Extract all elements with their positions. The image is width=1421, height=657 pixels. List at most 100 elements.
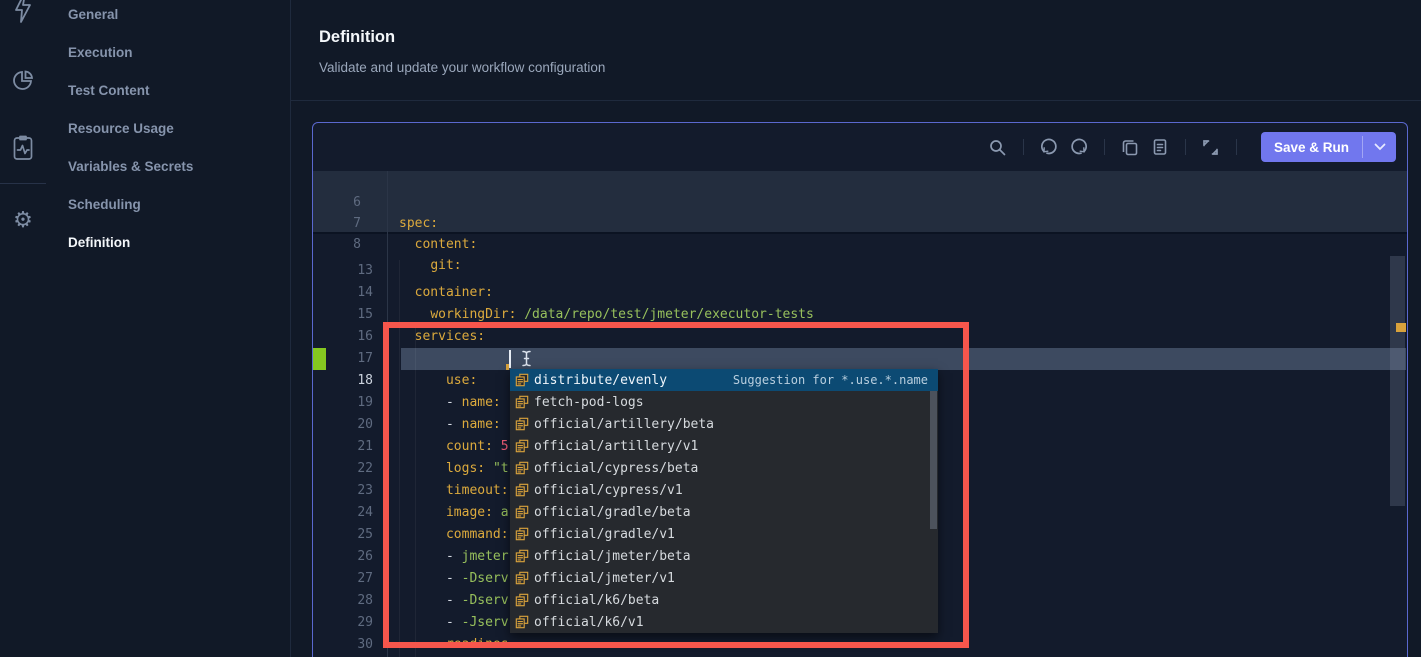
- gear-icon[interactable]: ⚙: [9, 206, 37, 234]
- clipboard-pulse-icon[interactable]: [9, 134, 37, 162]
- suggestion-item[interactable]: official/cypress/beta: [510, 457, 938, 479]
- suggestion-item[interactable]: official/gradle/v1: [510, 523, 938, 545]
- snippet-icon: [514, 571, 529, 586]
- gutter-divider: [387, 171, 388, 657]
- code-line[interactable]: 6 spec:: [313, 171, 1407, 192]
- sidebar-item-definition[interactable]: Definition: [68, 235, 130, 255]
- line-number: 8: [313, 234, 361, 255]
- suggestion-hint: Suggestion for *.use.*.name: [733, 373, 938, 387]
- suggestion-label: fetch-pod-logs: [534, 395, 644, 410]
- editor-scrollbar[interactable]: [1390, 256, 1405, 506]
- indent-guide: [415, 326, 416, 657]
- save-and-run-label: Save & Run: [1261, 132, 1362, 162]
- snippet-icon: [514, 373, 529, 388]
- snippet-icon: [514, 505, 529, 520]
- page-title: Definition: [319, 28, 395, 47]
- code-line[interactable]: 17 use:: [313, 326, 1407, 348]
- suggestion-item[interactable]: official/jmeter/v1: [510, 567, 938, 589]
- sticky-scroll-lines: 6 spec: 7 content: 8 git:: [313, 171, 1407, 234]
- current-line-highlight: [401, 348, 1406, 370]
- editor-toolbar: Save & Run: [313, 123, 1407, 171]
- indent-guide: [399, 260, 400, 657]
- code-line[interactable]: 15 services:: [313, 282, 1407, 304]
- undo-icon[interactable]: [1034, 132, 1064, 162]
- text-cursor: [509, 350, 511, 368]
- rail-divider: [0, 183, 46, 184]
- sidebar-item-general[interactable]: General: [68, 7, 118, 27]
- chevron-down-icon[interactable]: [1363, 132, 1396, 162]
- header-divider: [291, 100, 1421, 101]
- snippet-icon: [514, 417, 529, 432]
- sidebar-item-test-content[interactable]: Test Content: [68, 83, 150, 103]
- autocomplete-dropdown: distribute/evenly Suggestion for *.use.*…: [510, 369, 938, 633]
- suggestion-item[interactable]: official/k6/beta: [510, 589, 938, 611]
- sidebar-item-label: Execution: [68, 45, 133, 60]
- code-line[interactable]: 16 slave:: [313, 304, 1407, 326]
- search-icon[interactable]: [983, 132, 1013, 162]
- suggestion-item[interactable]: distribute/evenly Suggestion for *.use.*…: [510, 369, 938, 391]
- pie-chart-icon[interactable]: [9, 66, 37, 94]
- toolbar-separator: [1104, 139, 1105, 155]
- snippet-icon: [514, 615, 529, 630]
- sidebar-item-execution[interactable]: Execution: [68, 45, 133, 65]
- main-content: Definition Validate and update your work…: [290, 0, 1421, 657]
- code-line[interactable]: 7 content:: [313, 192, 1407, 213]
- sidebar-item-label: Scheduling: [68, 197, 141, 212]
- sidebar-item-label: Definition: [68, 235, 130, 250]
- suggestion-item[interactable]: official/jmeter/beta: [510, 545, 938, 567]
- suggestion-item[interactable]: fetch-pod-logs: [510, 391, 938, 413]
- sidebar-item-scheduling[interactable]: Scheduling: [68, 197, 141, 217]
- code-line[interactable]: 18 - name:: [313, 348, 1407, 370]
- snippet-icon: [514, 461, 529, 476]
- suggestion-label: official/k6/v1: [534, 615, 644, 630]
- suggestion-label: official/cypress/beta: [534, 461, 698, 476]
- suggestion-label: official/gradle/beta: [534, 505, 691, 520]
- redo-icon[interactable]: [1064, 132, 1094, 162]
- suggestion-label: official/jmeter/v1: [534, 571, 675, 586]
- sidebar-item-variables-secrets[interactable]: Variables & Secrets: [68, 159, 193, 179]
- suggestion-item[interactable]: official/artillery/v1: [510, 435, 938, 457]
- app-icon-rail: ⚙: [0, 0, 46, 657]
- suggestion-label: distribute/evenly: [534, 373, 667, 388]
- suggestion-label: official/gradle/v1: [534, 527, 675, 542]
- snippet-icon: [514, 549, 529, 564]
- snippet-icon: [514, 593, 529, 608]
- modified-line-marker: [313, 348, 326, 370]
- snippet-icon: [514, 395, 529, 410]
- save-and-run-button[interactable]: Save & Run: [1261, 132, 1396, 162]
- code-line[interactable]: 8 git:: [313, 213, 1407, 234]
- fullscreen-icon[interactable]: [1196, 132, 1226, 162]
- yaml-definition-editor: Save & Run 6 spec: 7 content: 8 git: 13 …: [312, 122, 1408, 657]
- copy-icon[interactable]: [1115, 132, 1145, 162]
- lightning-icon[interactable]: [9, 0, 37, 22]
- toolbar-separator: [1185, 139, 1186, 155]
- suggestion-item[interactable]: official/k6/v1: [510, 611, 938, 633]
- sidebar-item-label: Variables & Secrets: [68, 159, 193, 174]
- paste-document-icon[interactable]: [1145, 132, 1175, 162]
- suggestion-item[interactable]: official/artillery/beta: [510, 413, 938, 435]
- overview-ruler-modified-marker: [1396, 323, 1406, 332]
- code-line[interactable]: 31 port: 1099: [313, 634, 1407, 656]
- suggestion-label: official/jmeter/beta: [534, 549, 691, 564]
- snippet-icon: [514, 527, 529, 542]
- line-content: content:: [399, 234, 477, 255]
- suggestion-label: official/cypress/v1: [534, 483, 683, 498]
- toolbar-separator: [1236, 139, 1237, 155]
- sidebar-item-label: Test Content: [68, 83, 150, 98]
- suggestion-item[interactable]: official/cypress/v1: [510, 479, 938, 501]
- settings-sidebar: General Execution Test Content Resource Usa…: [46, 0, 290, 657]
- snippet-icon: [514, 439, 529, 454]
- suggestion-label: official/artillery/beta: [534, 417, 714, 432]
- snippet-tabstop-mark: [506, 364, 509, 370]
- ibeam-mouse-pointer: [521, 350, 532, 367]
- snippet-icon: [514, 483, 529, 498]
- sidebar-item-label: General: [68, 7, 118, 22]
- sidebar-item-resource-usage[interactable]: Resource Usage: [68, 121, 174, 141]
- suggestion-item[interactable]: official/gradle/beta: [510, 501, 938, 523]
- page-subtitle: Validate and update your workflow config…: [319, 60, 605, 75]
- suggestion-label: official/artillery/v1: [534, 439, 698, 454]
- code-line[interactable]: 14 workingDir: /data/repo/test/jmeter/ex…: [313, 260, 1407, 282]
- suggestion-label: official/k6/beta: [534, 593, 659, 608]
- toolbar-separator: [1023, 139, 1024, 155]
- line-content: git:: [399, 255, 462, 276]
